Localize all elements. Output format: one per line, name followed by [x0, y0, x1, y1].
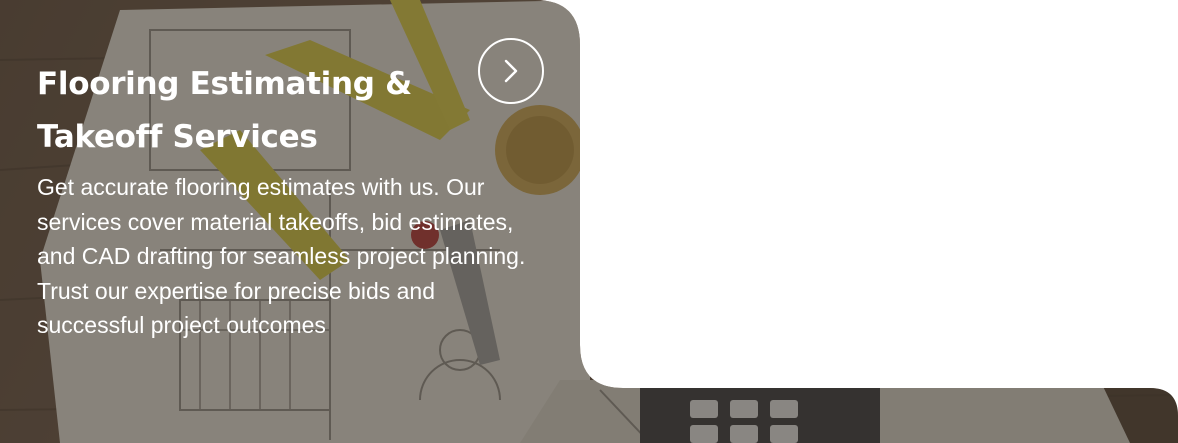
chevron-right-icon: [504, 59, 518, 83]
service-card: Flooring Estimating & Takeoff Services G…: [0, 0, 1178, 443]
card-title: Flooring Estimating & Takeoff Services: [37, 66, 412, 155]
card-arrow-button[interactable]: [478, 38, 544, 104]
page: Flooring Estimating & Takeoff Services G…: [0, 0, 1178, 443]
card-description: Get accurate flooring estimates with us.…: [37, 174, 526, 338]
